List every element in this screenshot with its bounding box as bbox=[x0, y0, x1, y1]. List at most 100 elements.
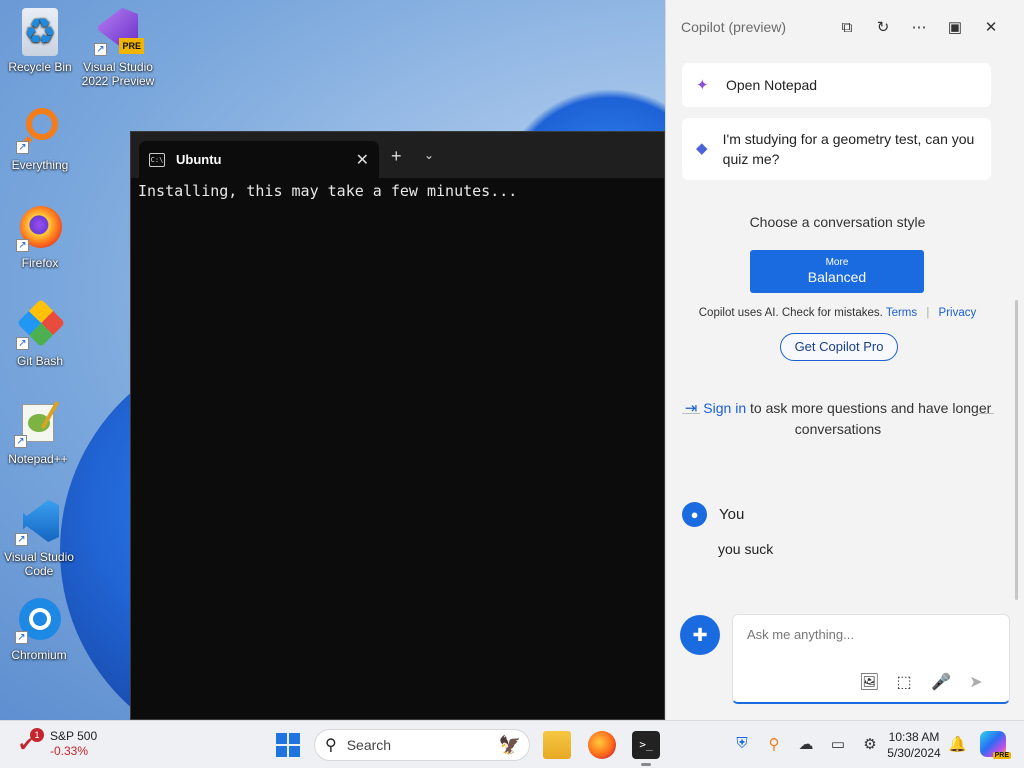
add-image-icon[interactable]: 🖼 bbox=[859, 672, 879, 692]
display-icon[interactable]: ▭ bbox=[828, 735, 848, 753]
network-icon[interactable]: ⚙ bbox=[860, 735, 880, 753]
desktop-icon-label: Visual Studio 2022 Preview bbox=[81, 60, 155, 88]
search-label: Search bbox=[346, 737, 392, 753]
divider bbox=[976, 413, 994, 414]
suggestion-open-notepad[interactable]: ✦ Open Notepad bbox=[682, 63, 991, 107]
recycle-bin-icon: ♻ bbox=[22, 8, 58, 56]
suggestion-text: I'm studying for a geometry test, can yo… bbox=[722, 131, 975, 167]
terms-link[interactable]: Terms bbox=[886, 307, 917, 319]
onedrive-icon[interactable]: ☁ bbox=[796, 735, 816, 753]
security-shield-icon[interactable]: ⛨ bbox=[732, 735, 752, 753]
desktop-icon-notepad-plus-plus[interactable]: ↗ Notepad++ bbox=[0, 400, 76, 466]
clock-time: 10:38 AM bbox=[888, 730, 940, 744]
input-toolbar: 🖼 ⬚ 🎤 ➤ bbox=[859, 672, 985, 692]
desktop-icon-label: Firefox bbox=[21, 256, 59, 270]
close-tab-icon[interactable]: ✕ bbox=[356, 150, 369, 170]
close-icon[interactable]: ✕ bbox=[973, 18, 1009, 36]
new-tab-button[interactable]: + bbox=[391, 146, 402, 167]
chromium-icon: ↗ bbox=[15, 596, 63, 644]
suggestion-text: Open Notepad bbox=[726, 77, 818, 93]
new-topic-button[interactable]: ✚ bbox=[680, 615, 720, 655]
stock-name: S&P 500 bbox=[50, 729, 98, 743]
get-copilot-pro-button[interactable]: Get Copilot Pro bbox=[780, 333, 898, 361]
sign-in-prompt: ⇥ Sign in to ask more questions and have … bbox=[682, 398, 994, 439]
clock[interactable]: 10:38 AM 5/30/2024 bbox=[880, 729, 948, 761]
scrollbar[interactable] bbox=[1015, 300, 1018, 600]
terminal-output-line: Installing, this may take a few minutes.… bbox=[138, 182, 518, 200]
copilot-panel: Copilot (preview) ⧉ ↻ ⋯ ▣ ✕ ✦ Open Notep… bbox=[665, 0, 1024, 720]
disclaimer-text: Copilot uses AI. Check for mistakes. bbox=[698, 307, 883, 319]
file-explorer-icon[interactable] bbox=[543, 731, 571, 759]
desktop-icon-firefox[interactable]: ↗ Firefox bbox=[2, 204, 78, 270]
sign-in-icon: ⇥ bbox=[684, 400, 698, 417]
dock-sidebar-icon[interactable]: ▣ bbox=[937, 18, 973, 36]
terminal-tab-title: Ubuntu bbox=[176, 152, 222, 167]
search-icon: ⚲ bbox=[325, 737, 337, 754]
sign-in-link[interactable]: Sign in bbox=[703, 400, 746, 416]
windows-logo-icon bbox=[276, 733, 287, 744]
chevron-down-icon[interactable]: ⌄ bbox=[424, 148, 434, 162]
style-button-label: Balanced bbox=[807, 269, 867, 285]
privacy-link[interactable]: Privacy bbox=[939, 307, 977, 319]
stock-text: S&P 500 -0.33% bbox=[50, 729, 97, 759]
desktop-icon-git-bash[interactable]: ↗ Git Bash bbox=[2, 298, 78, 368]
shortcut-arrow-icon: ↗ bbox=[15, 631, 28, 644]
balanced-style-button[interactable]: More Balanced bbox=[750, 250, 924, 293]
desktop-icon-label: Recycle Bin bbox=[8, 60, 72, 74]
desktop-icon-label: Notepad++ bbox=[8, 452, 68, 466]
taskbar-search[interactable]: ⚲ Search 🦅 bbox=[314, 729, 530, 761]
microphone-icon[interactable]: 🎤 bbox=[931, 672, 951, 692]
notepad-plus-plus-icon: ↗ bbox=[14, 400, 62, 448]
desktop-icon-label: Git Bash bbox=[16, 354, 64, 368]
shortcut-arrow-icon: ↗ bbox=[15, 533, 28, 546]
user-message: you suck bbox=[718, 541, 774, 557]
terminal-taskbar-icon[interactable]: >_ bbox=[632, 731, 660, 766]
firefox-taskbar-icon[interactable] bbox=[588, 731, 616, 759]
new-chat-icon: ✚ bbox=[692, 625, 708, 645]
terminal-window[interactable]: C:\ Ubuntu ✕ + ⌄ Installing, this may ta… bbox=[130, 131, 665, 720]
divider: | bbox=[926, 307, 930, 319]
clock-date: 5/30/2024 bbox=[887, 746, 941, 760]
everything-tray-icon[interactable]: ⚲ bbox=[764, 735, 784, 753]
chat-bubble-icon: ◆ bbox=[696, 140, 708, 157]
terminal-output[interactable]: Installing, this may take a few minutes.… bbox=[131, 178, 664, 204]
desktop-icon-chromium[interactable]: ↗ Chromium bbox=[1, 596, 77, 662]
ai-disclaimer: Copilot uses AI. Check for mistakes. Ter… bbox=[666, 307, 1009, 319]
terminal-tab-bar: C:\ Ubuntu ✕ + ⌄ bbox=[131, 132, 664, 178]
desktop-icon-label: Everything bbox=[11, 158, 69, 172]
system-tray: ⛨ ⚲ ☁ ▭ ⚙ bbox=[732, 735, 880, 753]
refresh-icon[interactable]: ↻ bbox=[865, 18, 901, 36]
chat-input-box[interactable]: 🖼 ⬚ 🎤 ➤ bbox=[732, 614, 1010, 704]
ask-input[interactable] bbox=[747, 627, 997, 642]
notification-badge: 1 bbox=[30, 728, 44, 742]
desktop-icon-vscode[interactable]: ↗ Visual Studio Code bbox=[1, 498, 77, 578]
stock-trend-icon: ✔ 1 bbox=[18, 728, 44, 756]
desktop-icon-visual-studio[interactable]: PRE ↗ Visual Studio 2022 Preview bbox=[80, 8, 156, 88]
sparkle-icon: ✦ bbox=[696, 77, 709, 94]
user-name: You bbox=[719, 506, 745, 523]
terminal-tab[interactable]: C:\ Ubuntu ✕ bbox=[139, 141, 379, 178]
desktop-icon-recycle-bin[interactable]: ♻ Recycle Bin bbox=[2, 8, 78, 74]
visual-studio-icon: PRE ↗ bbox=[94, 8, 144, 56]
taskbar: ✔ 1 S&P 500 -0.33% ⚲ Search 🦅 >_ ⛨ ⚲ ☁ ▭… bbox=[0, 720, 1024, 768]
terminal-tab-icon: C:\ bbox=[149, 152, 165, 167]
search-highlight-icon: 🦅 bbox=[498, 734, 521, 755]
desktop-icon-label: Visual Studio Code bbox=[4, 550, 74, 578]
copilot-taskbar-icon[interactable]: PRE bbox=[980, 731, 1011, 759]
desktop-icon-everything[interactable]: ↗ Everything bbox=[2, 106, 78, 172]
copilot-title: Copilot (preview) bbox=[681, 19, 787, 35]
preview-badge: PRE bbox=[992, 752, 1011, 759]
open-external-icon[interactable]: ⧉ bbox=[829, 19, 865, 36]
suggestion-geometry-quiz[interactable]: ◆ I'm studying for a geometry test, can … bbox=[682, 118, 991, 180]
divider bbox=[682, 413, 700, 414]
shortcut-arrow-icon: ↗ bbox=[16, 239, 29, 252]
more-options-icon[interactable]: ⋯ bbox=[901, 18, 937, 36]
notification-bell-icon[interactable]: 🔔 bbox=[948, 735, 967, 753]
screenshot-icon[interactable]: ⬚ bbox=[895, 672, 913, 692]
everything-search-icon: ↗ bbox=[16, 106, 64, 154]
stock-widget[interactable]: ✔ 1 S&P 500 -0.33% bbox=[18, 728, 97, 759]
avatar: ● bbox=[682, 502, 707, 527]
shortcut-arrow-icon: ↗ bbox=[16, 141, 29, 154]
send-icon[interactable]: ➤ bbox=[967, 672, 985, 692]
start-button[interactable] bbox=[276, 733, 300, 757]
